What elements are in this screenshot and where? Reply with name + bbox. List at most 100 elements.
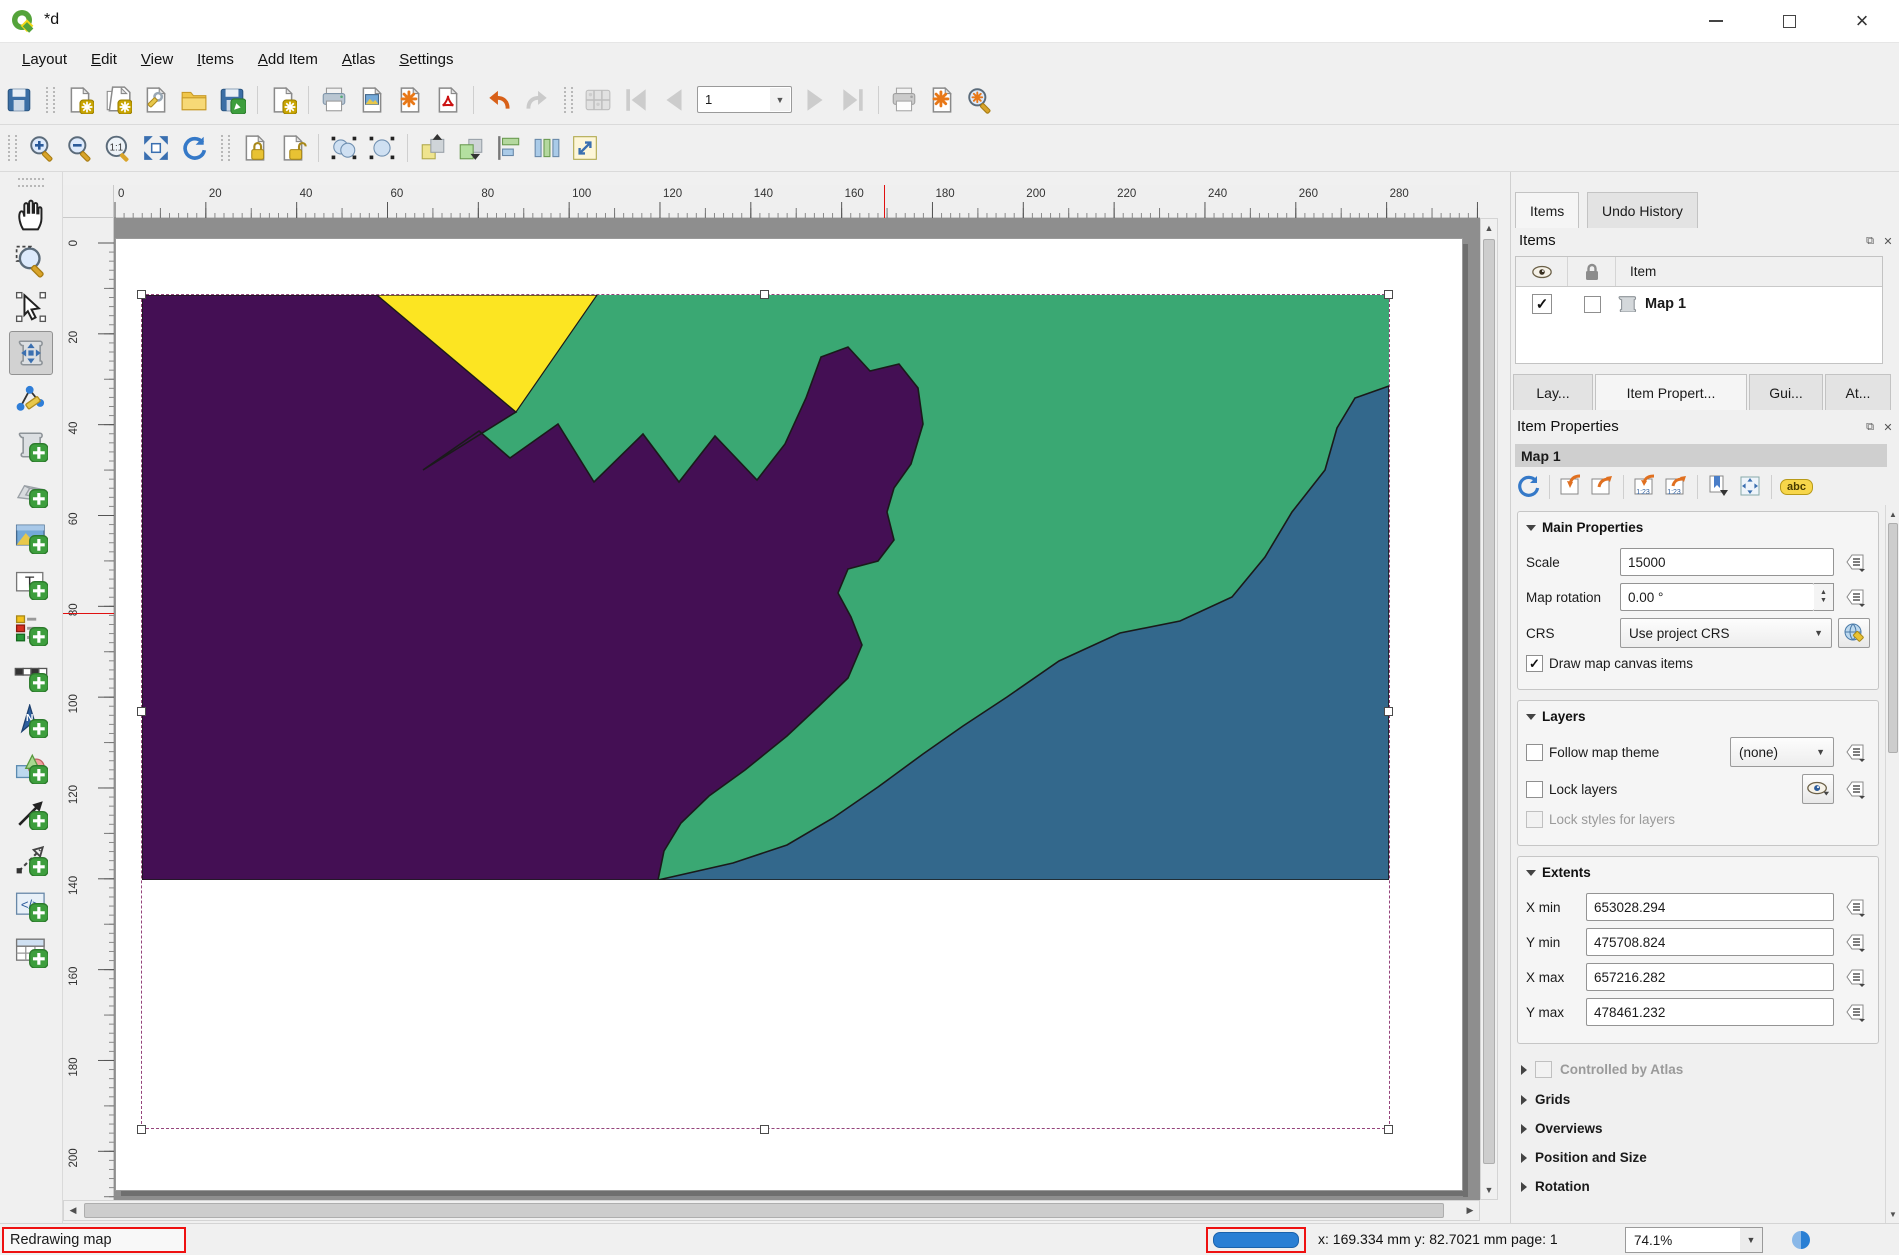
lock-selected-items-button[interactable] bbox=[236, 129, 274, 167]
main-properties-header[interactable]: Main Properties bbox=[1526, 516, 1870, 541]
menu-items[interactable]: Items bbox=[187, 47, 244, 72]
rotation-spinner[interactable]: ▲▼ bbox=[1814, 583, 1834, 611]
scrollbar-thumb[interactable] bbox=[1483, 239, 1495, 1164]
add-arrow-button[interactable] bbox=[9, 791, 53, 835]
export-atlas-button[interactable] bbox=[923, 81, 961, 119]
undo-button[interactable] bbox=[480, 81, 518, 119]
y-max-input[interactable]: 478461.232 bbox=[1586, 998, 1834, 1026]
zoom-actual-button[interactable]: 1:1 bbox=[99, 129, 137, 167]
scroll-right-icon[interactable]: ▶ bbox=[1463, 1201, 1477, 1220]
set-map-scale-to-canvas-icon[interactable]: 1:23 bbox=[1632, 473, 1658, 502]
scroll-down-icon[interactable]: ▼ bbox=[1886, 1208, 1899, 1220]
items-list-row-map1[interactable]: ✓ Map 1 bbox=[1516, 287, 1882, 321]
x-max-input[interactable]: 657216.282 bbox=[1586, 963, 1834, 991]
zoom-full-button[interactable] bbox=[137, 129, 175, 167]
labeling-settings-icon[interactable]: abc bbox=[1780, 479, 1813, 495]
menu-edit[interactable]: Edit bbox=[81, 47, 127, 72]
align-selected-items-button[interactable] bbox=[490, 129, 528, 167]
y-min-input[interactable]: 475708.824 bbox=[1586, 928, 1834, 956]
follow-map-theme-checkbox[interactable] bbox=[1526, 744, 1543, 761]
layout-manager-button[interactable] bbox=[137, 81, 175, 119]
data-defined-override-icon[interactable] bbox=[1840, 929, 1870, 955]
map-item[interactable] bbox=[141, 294, 1390, 1129]
view-extent-in-canvas-icon[interactable] bbox=[1589, 473, 1615, 502]
lock-layers-checkbox[interactable] bbox=[1526, 781, 1543, 798]
selection-handle[interactable] bbox=[137, 1125, 146, 1134]
move-item-content-tool-button[interactable] bbox=[9, 331, 53, 375]
map1-visibility-checkbox[interactable]: ✓ bbox=[1532, 294, 1552, 314]
menu-settings[interactable]: Settings bbox=[389, 47, 463, 72]
selection-handle[interactable] bbox=[1384, 1125, 1393, 1134]
export-as-svg-button[interactable] bbox=[391, 81, 429, 119]
zoom-level-combo[interactable]: 74.1% ▼ bbox=[1625, 1227, 1763, 1253]
refresh-map-preview-icon[interactable] bbox=[1515, 473, 1541, 502]
scroll-left-icon[interactable]: ◀ bbox=[66, 1201, 80, 1220]
dock-float-icon[interactable]: ⧉ bbox=[1863, 420, 1877, 434]
add-node-item-button[interactable] bbox=[9, 837, 53, 881]
distribute-items-button[interactable] bbox=[528, 129, 566, 167]
open-layout-button[interactable] bbox=[175, 81, 213, 119]
tab-undo-history[interactable]: Undo History bbox=[1587, 192, 1698, 228]
refresh-view-button[interactable] bbox=[175, 129, 213, 167]
dock-close-icon[interactable]: ✕ bbox=[1881, 420, 1895, 434]
selection-handle[interactable] bbox=[1384, 290, 1393, 299]
tab-guides[interactable]: Gui... bbox=[1749, 374, 1823, 410]
data-defined-override-icon[interactable] bbox=[1840, 964, 1870, 990]
layout-page[interactable] bbox=[115, 238, 1463, 1191]
vertical-scrollbar[interactable]: ▲ ▼ bbox=[1480, 218, 1498, 1200]
add-picture-button[interactable] bbox=[9, 515, 53, 559]
menu-atlas[interactable]: Atlas bbox=[332, 47, 385, 72]
save-layout-button[interactable] bbox=[0, 81, 38, 119]
save-as-template-button[interactable] bbox=[213, 81, 251, 119]
add-attribute-table-button[interactable] bbox=[9, 929, 53, 973]
set-map-extent-to-canvas-icon[interactable] bbox=[1558, 473, 1584, 502]
unlock-all-items-button[interactable] bbox=[274, 129, 312, 167]
scrollbar-thumb[interactable] bbox=[1888, 523, 1898, 753]
data-defined-override-icon[interactable] bbox=[1840, 739, 1870, 765]
horizontal-scrollbar[interactable]: ◀ ▶ bbox=[63, 1200, 1480, 1221]
add-3d-map-button[interactable] bbox=[9, 469, 53, 513]
export-as-image-button[interactable] bbox=[353, 81, 391, 119]
view-scale-in-canvas-icon[interactable]: 1:23 bbox=[1663, 473, 1689, 502]
crs-dropdown[interactable]: Use project CRS▼ bbox=[1620, 618, 1832, 648]
extents-header[interactable]: Extents bbox=[1526, 861, 1870, 886]
print-layout-button[interactable] bbox=[315, 81, 353, 119]
selection-handle[interactable] bbox=[1384, 707, 1393, 716]
visibility-preset-eye-icon[interactable] bbox=[1802, 774, 1834, 804]
data-defined-override-icon[interactable] bbox=[1840, 776, 1870, 802]
add-html-button[interactable]: </> bbox=[9, 883, 53, 927]
minimize-button[interactable] bbox=[1687, 0, 1745, 42]
data-defined-override-icon[interactable] bbox=[1840, 584, 1870, 610]
layout-canvas[interactable] bbox=[114, 218, 1480, 1200]
chevron-down-icon[interactable]: ▼ bbox=[1740, 1228, 1762, 1252]
edit-nodes-item-tool-button[interactable] bbox=[9, 377, 53, 421]
selection-handle[interactable] bbox=[760, 290, 769, 299]
section-controlled-by-atlas[interactable]: Controlled by Atlas bbox=[1517, 1054, 1879, 1085]
menu-view[interactable]: View bbox=[131, 47, 183, 72]
move-map-content-icon[interactable] bbox=[1737, 473, 1763, 502]
ungroup-items-button[interactable] bbox=[363, 129, 401, 167]
new-layout-button[interactable] bbox=[61, 81, 99, 119]
map-rotation-input[interactable]: 0.00 ° bbox=[1620, 583, 1814, 611]
draw-map-canvas-items-checkbox[interactable]: ✓ bbox=[1526, 655, 1543, 672]
tab-layout[interactable]: Lay... bbox=[1513, 374, 1593, 410]
menu-layout[interactable]: Layout bbox=[12, 47, 77, 72]
map1-lock-checkbox[interactable] bbox=[1584, 296, 1601, 313]
scrollbar-thumb[interactable] bbox=[84, 1203, 1444, 1218]
map-theme-dropdown[interactable]: (none)▼ bbox=[1730, 737, 1834, 767]
zoom-in-button[interactable] bbox=[23, 129, 61, 167]
add-label-button[interactable]: T bbox=[9, 561, 53, 605]
add-scalebar-button[interactable] bbox=[9, 653, 53, 697]
add-north-arrow-button[interactable]: N bbox=[9, 699, 53, 743]
section-overviews[interactable]: Overviews bbox=[1517, 1114, 1879, 1143]
section-grids[interactable]: Grids bbox=[1517, 1085, 1879, 1114]
section-position-and-size[interactable]: Position and Size bbox=[1517, 1143, 1879, 1172]
tab-item-properties[interactable]: Item Propert... bbox=[1595, 374, 1747, 410]
lower-selected-items-button[interactable] bbox=[452, 129, 490, 167]
duplicate-layout-button[interactable] bbox=[99, 81, 137, 119]
scale-input[interactable]: 15000 bbox=[1620, 548, 1834, 576]
dock-close-icon[interactable]: ✕ bbox=[1881, 234, 1895, 248]
scroll-down-icon[interactable]: ▼ bbox=[1481, 1183, 1497, 1197]
resize-items-button[interactable] bbox=[566, 129, 604, 167]
raise-selected-items-button[interactable] bbox=[414, 129, 452, 167]
